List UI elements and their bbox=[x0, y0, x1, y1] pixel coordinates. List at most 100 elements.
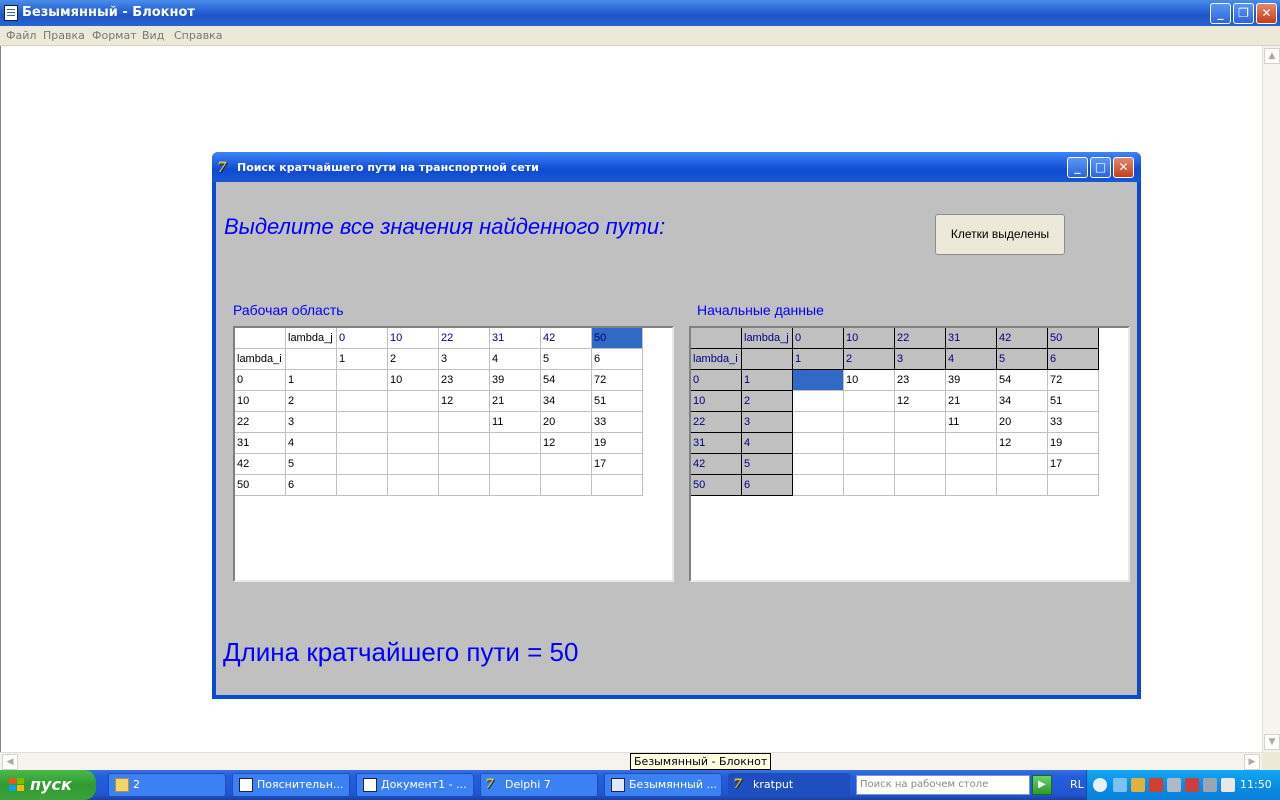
grid-cell[interactable] bbox=[490, 433, 541, 454]
grid-cell[interactable]: 1 bbox=[337, 349, 388, 370]
grid-cell[interactable] bbox=[997, 475, 1048, 496]
grid-cell[interactable]: 34 bbox=[541, 391, 592, 412]
grid-cell[interactable]: 22 bbox=[895, 328, 946, 349]
grid-cell[interactable] bbox=[793, 370, 844, 391]
grid-cell[interactable] bbox=[439, 412, 490, 433]
grid-cell[interactable] bbox=[793, 475, 844, 496]
grid-cell[interactable]: 11 bbox=[946, 412, 997, 433]
grid-cell[interactable] bbox=[439, 475, 490, 496]
grid-cell[interactable]: 6 bbox=[1048, 349, 1099, 370]
grid-cell[interactable]: 42 bbox=[235, 454, 286, 475]
grid-cell[interactable] bbox=[844, 454, 895, 475]
grid-cell[interactable] bbox=[439, 454, 490, 475]
task-word-document1[interactable]: Документ1 - ... bbox=[356, 773, 474, 797]
grid-cell[interactable]: 10 bbox=[691, 391, 742, 412]
vertical-scrollbar[interactable]: ▲ ▼ bbox=[1262, 46, 1280, 752]
dialog-minimize-button[interactable]: _ bbox=[1067, 157, 1088, 178]
grid-cell[interactable]: 4 bbox=[490, 349, 541, 370]
desktop-search-input[interactable]: Поиск на рабочем столе bbox=[856, 775, 1030, 795]
grid-cell[interactable]: 50 bbox=[691, 475, 742, 496]
notepad-titlebar[interactable]: Безымянный - Блокнот _ ❐ ✕ bbox=[0, 0, 1280, 26]
grid-cell[interactable] bbox=[997, 454, 1048, 475]
grid-cell[interactable]: 4 bbox=[286, 433, 337, 454]
menu-view[interactable]: Вид bbox=[142, 29, 164, 42]
grid-cell[interactable] bbox=[388, 391, 439, 412]
grid-cell[interactable] bbox=[337, 391, 388, 412]
grid-cell[interactable] bbox=[388, 454, 439, 475]
grid-cell[interactable]: 3 bbox=[895, 349, 946, 370]
search-go-icon[interactable]: ▶ bbox=[1032, 775, 1052, 795]
tray-network-icon[interactable] bbox=[1167, 778, 1181, 792]
grid-cell[interactable] bbox=[793, 412, 844, 433]
grid-cell[interactable]: 12 bbox=[439, 391, 490, 412]
task-kratput[interactable]: 7 kratput bbox=[728, 773, 850, 797]
grid-cell[interactable]: 2 bbox=[286, 391, 337, 412]
grid-cell[interactable]: 12 bbox=[997, 433, 1048, 454]
grid-cell[interactable]: 23 bbox=[439, 370, 490, 391]
task-word-explanatory[interactable]: Пояснительн... bbox=[232, 773, 350, 797]
grid-cell[interactable] bbox=[844, 475, 895, 496]
grid-cell[interactable]: 22 bbox=[691, 412, 742, 433]
grid-cell[interactable]: 1 bbox=[286, 370, 337, 391]
grid-cell[interactable]: 5 bbox=[541, 349, 592, 370]
grid-cell[interactable]: 31 bbox=[691, 433, 742, 454]
grid-cell[interactable]: lambda_j bbox=[286, 328, 337, 349]
grid-cell[interactable] bbox=[541, 475, 592, 496]
grid-cell[interactable]: 50 bbox=[235, 475, 286, 496]
grid-cell[interactable] bbox=[235, 328, 286, 349]
grid-cell[interactable]: 1 bbox=[793, 349, 844, 370]
grid-cell[interactable]: 31 bbox=[490, 328, 541, 349]
grid-cell[interactable]: 19 bbox=[592, 433, 643, 454]
grid-cell[interactable]: 5 bbox=[997, 349, 1048, 370]
grid-cell[interactable]: 31 bbox=[946, 328, 997, 349]
work-grid[interactable]: lambda_j 0 10 22 31 42 50 lambda_i 1 2 3 4 5 6 0 1 10 23 3… bbox=[233, 326, 674, 582]
grid-cell[interactable]: 4 bbox=[742, 433, 793, 454]
grid-cell[interactable] bbox=[592, 475, 643, 496]
grid-cell[interactable]: 10 bbox=[388, 370, 439, 391]
tray-app-icon[interactable] bbox=[1149, 778, 1163, 792]
grid-cell[interactable]: 33 bbox=[1048, 412, 1099, 433]
grid-cell[interactable] bbox=[844, 433, 895, 454]
grid-cell[interactable]: 10 bbox=[844, 328, 895, 349]
tray-app-icon[interactable] bbox=[1113, 778, 1127, 792]
menu-help[interactable]: Справка bbox=[174, 29, 222, 42]
scroll-right-icon[interactable]: ▶ bbox=[1244, 754, 1260, 770]
grid-cell[interactable] bbox=[490, 475, 541, 496]
grid-cell[interactable] bbox=[541, 454, 592, 475]
grid-cell[interactable] bbox=[844, 391, 895, 412]
tray-security-icon[interactable] bbox=[1185, 778, 1199, 792]
grid-cell[interactable] bbox=[844, 412, 895, 433]
grid-cell[interactable]: 21 bbox=[946, 391, 997, 412]
grid-cell[interactable] bbox=[946, 475, 997, 496]
grid-cell[interactable]: 22 bbox=[235, 412, 286, 433]
grid-cell[interactable]: 6 bbox=[592, 349, 643, 370]
grid-cell[interactable] bbox=[337, 475, 388, 496]
grid-cell[interactable]: 42 bbox=[997, 328, 1048, 349]
grid-cell[interactable]: 17 bbox=[1048, 454, 1099, 475]
dialog-maximize-button[interactable]: □ bbox=[1090, 157, 1111, 178]
grid-cell[interactable] bbox=[490, 454, 541, 475]
grid-cell[interactable]: 0 bbox=[235, 370, 286, 391]
grid-cell[interactable]: 3 bbox=[286, 412, 337, 433]
grid-cell[interactable] bbox=[895, 412, 946, 433]
grid-cell[interactable]: lambda_i bbox=[235, 349, 286, 370]
grid-cell[interactable] bbox=[895, 454, 946, 475]
grid-cell[interactable] bbox=[793, 433, 844, 454]
grid-cell[interactable]: 33 bbox=[592, 412, 643, 433]
menu-file[interactable]: Файл bbox=[6, 29, 36, 42]
tray-app-icon[interactable] bbox=[1131, 778, 1145, 792]
grid-cell[interactable]: lambda_i bbox=[691, 349, 742, 370]
grid-cell[interactable]: 0 bbox=[337, 328, 388, 349]
grid-cell[interactable] bbox=[337, 412, 388, 433]
grid-cell[interactable]: 50 bbox=[592, 328, 643, 349]
grid-cell[interactable] bbox=[793, 454, 844, 475]
grid-cell[interactable]: lambda_j bbox=[742, 328, 793, 349]
grid-cell[interactable]: 17 bbox=[592, 454, 643, 475]
grid-cell[interactable]: 0 bbox=[793, 328, 844, 349]
grid-cell[interactable] bbox=[742, 349, 793, 370]
tray-display-icon[interactable] bbox=[1203, 778, 1217, 792]
grid-cell[interactable] bbox=[946, 454, 997, 475]
grid-cell[interactable]: 6 bbox=[286, 475, 337, 496]
grid-cell[interactable] bbox=[691, 328, 742, 349]
grid-cell[interactable]: 54 bbox=[997, 370, 1048, 391]
